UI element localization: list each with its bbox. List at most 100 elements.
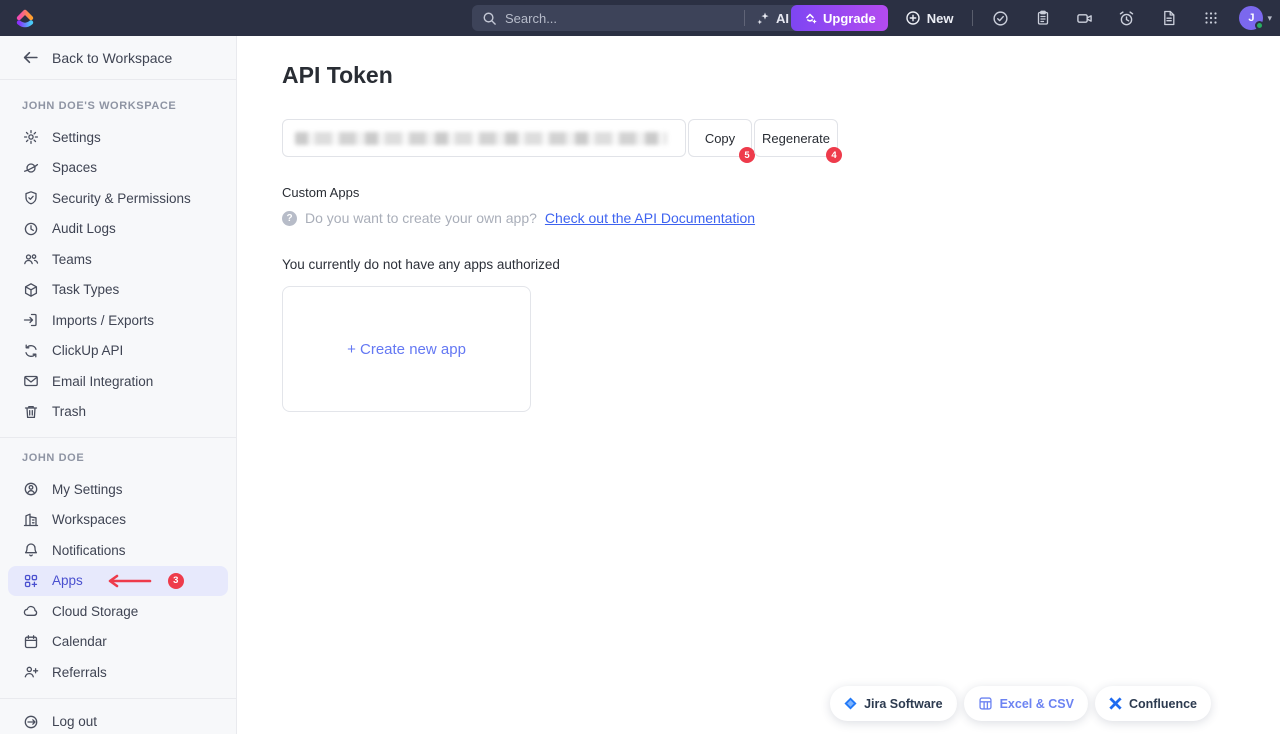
regenerate-button-label: Regenerate (762, 131, 830, 146)
search-bar: AI (472, 5, 800, 31)
confluence-icon (1109, 697, 1122, 710)
sidebar-item-my-settings[interactable]: My Settings (0, 474, 236, 505)
pill-label: Confluence (1129, 697, 1197, 711)
sidebar-item-task-types[interactable]: Task Types (0, 275, 236, 306)
sidebar-item-clickup-api[interactable]: ClickUp API (0, 336, 236, 367)
sidebar-item-label: Teams (52, 252, 92, 267)
sidebar-item-referrals[interactable]: Referrals (0, 657, 236, 688)
search-icon (482, 11, 497, 26)
create-new-app-label: + Create new app (347, 341, 466, 358)
upgrade-icon (803, 11, 817, 25)
annotation-badge-4: 4 (826, 147, 842, 163)
sidebar-item-label: Apps (52, 573, 83, 588)
users-icon (22, 251, 39, 268)
sidebar-item-security[interactable]: Security & Permissions (0, 183, 236, 214)
topbar-divider (972, 10, 973, 26)
sidebar-item-label: Calendar (52, 634, 107, 649)
top-bar: AI Upgrade New (0, 0, 1280, 36)
chevron-down-icon: ▾ (1267, 13, 1272, 24)
settings-sidebar: Back to Workspace JOHN DOE'S WORKSPACE S… (0, 36, 237, 734)
sidebar-item-label: Cloud Storage (52, 604, 138, 619)
document-icon[interactable] (1152, 0, 1185, 36)
help-row: ? Do you want to create your own app? Ch… (282, 210, 1280, 226)
sidebar-item-apps[interactable]: Apps 3 (8, 566, 228, 597)
spreadsheet-icon (978, 696, 993, 711)
page-title: API Token (282, 62, 1280, 89)
plus-circle-icon (905, 10, 921, 26)
sidebar-item-calendar[interactable]: Calendar (0, 627, 236, 658)
apps-grid-icon (22, 572, 39, 589)
sidebar-item-settings[interactable]: Settings (0, 122, 236, 153)
jira-software-button[interactable]: Jira Software (830, 686, 957, 721)
sidebar-item-email-integration[interactable]: Email Integration (0, 366, 236, 397)
sidebar-item-label: Workspaces (52, 512, 126, 527)
clickup-logo-icon[interactable] (13, 6, 37, 30)
regenerate-button[interactable]: Regenerate 4 (754, 119, 838, 157)
api-documentation-link[interactable]: Check out the API Documentation (545, 210, 755, 226)
sidebar-item-imports-exports[interactable]: Imports / Exports (0, 305, 236, 336)
search-input[interactable] (505, 11, 734, 26)
sidebar-item-label: Trash (52, 404, 86, 419)
buildings-icon (22, 511, 39, 528)
sidebar-item-label: Notifications (52, 543, 126, 558)
sidebar-item-spaces[interactable]: Spaces (0, 153, 236, 184)
confluence-button[interactable]: Confluence (1095, 686, 1211, 721)
new-button[interactable]: New (897, 5, 962, 31)
user-menu[interactable]: J ▾ (1239, 6, 1272, 30)
jira-icon (844, 697, 857, 710)
sidebar-item-label: Security & Permissions (52, 191, 191, 206)
sidebar-item-label: Imports / Exports (52, 313, 154, 328)
online-status-dot (1255, 21, 1264, 30)
sidebar-item-label: My Settings (52, 482, 123, 497)
no-apps-text: You currently do not have any apps autho… (282, 257, 1280, 272)
alarm-clock-icon[interactable] (1110, 0, 1143, 36)
sidebar-item-label: Spaces (52, 160, 97, 175)
excel-csv-button[interactable]: Excel & CSV (964, 686, 1088, 721)
video-camera-icon[interactable] (1068, 0, 1101, 36)
import-shortcut-buttons: Jira Software Excel & CSV Confluence (830, 686, 1211, 721)
api-token-field[interactable] (282, 119, 686, 157)
sidebar-item-cloud-storage[interactable]: Cloud Storage (0, 596, 236, 627)
sparkles-icon (756, 11, 771, 26)
envelope-icon (22, 373, 39, 390)
search-field[interactable] (472, 5, 744, 31)
upgrade-label: Upgrade (823, 11, 876, 26)
custom-apps-title: Custom Apps (282, 185, 1280, 200)
back-label: Back to Workspace (52, 50, 172, 66)
sidebar-item-teams[interactable]: Teams (0, 244, 236, 275)
check-circle-icon[interactable] (984, 0, 1017, 36)
cloud-icon (22, 603, 39, 620)
pill-label: Excel & CSV (1000, 697, 1074, 711)
import-icon (22, 312, 39, 329)
upgrade-button[interactable]: Upgrade (791, 5, 888, 31)
sidebar-item-audit-logs[interactable]: Audit Logs (0, 214, 236, 245)
annotation-arrow-icon (106, 574, 152, 588)
apps-launcher-icon[interactable] (1194, 0, 1227, 36)
copy-button[interactable]: Copy 5 (688, 119, 752, 157)
sidebar-item-workspaces[interactable]: Workspaces (0, 505, 236, 536)
pill-label: Jira Software (864, 697, 943, 711)
sidebar-item-label: Log out (52, 714, 97, 729)
clock-icon (22, 220, 39, 237)
api-token-row: Copy 5 Regenerate 4 (282, 119, 1280, 157)
user-section-header: JOHN DOE (0, 438, 236, 474)
logout-icon (22, 713, 39, 730)
question-circle-icon: ? (282, 211, 297, 226)
sidebar-item-notifications[interactable]: Notifications (0, 535, 236, 566)
copy-button-label: Copy (705, 131, 735, 146)
gear-icon (22, 129, 39, 146)
shield-check-icon (22, 190, 39, 207)
sidebar-item-label: Email Integration (52, 374, 153, 389)
planet-icon (22, 159, 39, 176)
sidebar-item-logout[interactable]: Log out (0, 707, 236, 734)
cube-icon (22, 281, 39, 298)
sidebar-item-trash[interactable]: Trash (0, 397, 236, 428)
topbar-actions: Upgrade New (791, 0, 1272, 36)
sidebar-item-label: ClickUp API (52, 343, 123, 358)
sidebar-item-label: Referrals (52, 665, 107, 680)
clipboard-icon[interactable] (1026, 0, 1059, 36)
sidebar-item-label: Audit Logs (52, 221, 116, 236)
back-to-workspace-button[interactable]: Back to Workspace (0, 36, 236, 80)
create-new-app-button[interactable]: + Create new app (282, 286, 531, 412)
person-plus-icon (22, 664, 39, 681)
